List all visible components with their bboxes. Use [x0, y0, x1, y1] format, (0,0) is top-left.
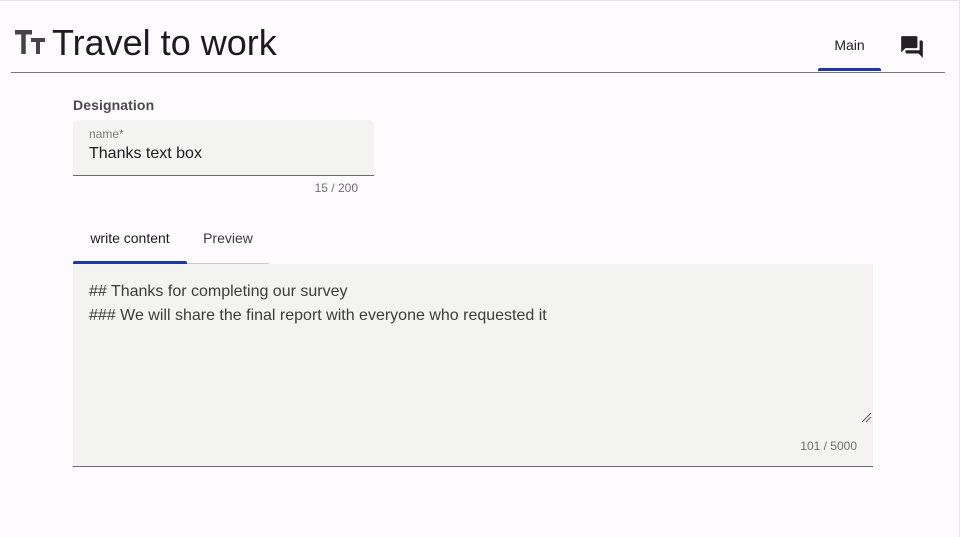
name-field-label: name* — [89, 127, 124, 141]
page-title: Travel to work — [52, 22, 277, 63]
tab-preview[interactable]: Preview — [187, 221, 269, 263]
tab-main-label: Main — [834, 37, 865, 53]
content-line: ### We will share the final report with … — [89, 307, 547, 324]
name-field-value[interactable]: Thanks text box — [89, 145, 202, 163]
tab-main-indicator — [818, 68, 881, 71]
tab-main[interactable]: Main — [818, 25, 881, 71]
page: Travel to work Main Designation name* Th… — [0, 0, 960, 537]
designation-label: Designation — [73, 97, 155, 113]
name-field[interactable]: name* Thanks text box — [73, 120, 374, 176]
tab-write-content[interactable]: write content — [73, 221, 187, 264]
content-text[interactable]: ## Thanks for completing our survey ### … — [89, 280, 547, 328]
name-char-counter: 15 / 200 — [314, 181, 358, 195]
text-fields-icon — [14, 29, 46, 61]
content-tabs: write content Preview — [73, 221, 269, 264]
header: Travel to work Main — [11, 1, 945, 73]
content-line: ## Thanks for completing our survey — [89, 283, 348, 300]
content-textarea[interactable]: ## Thanks for completing our survey ### … — [73, 264, 873, 467]
tab-preview-label: Preview — [203, 230, 253, 246]
forum-icon — [899, 36, 925, 64]
resize-handle-icon[interactable] — [860, 410, 872, 423]
tab-write-content-label: write content — [90, 230, 170, 246]
comments-button[interactable] — [899, 34, 925, 60]
content-char-counter: 101 / 5000 — [800, 439, 857, 453]
